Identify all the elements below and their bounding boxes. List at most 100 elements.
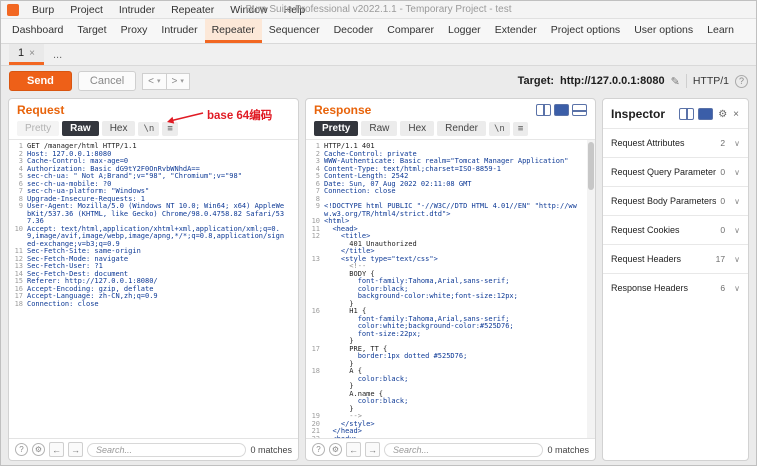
prev-match-button[interactable]: ← bbox=[49, 442, 64, 457]
line-number bbox=[308, 383, 324, 391]
menu-item-intruder[interactable]: Intruder bbox=[112, 3, 162, 17]
hamburger-menu-icon[interactable]: ≡ bbox=[513, 122, 528, 136]
layout-columns-icon[interactable] bbox=[536, 104, 551, 116]
tab-comparer[interactable]: Comparer bbox=[380, 19, 441, 43]
tab-project-options[interactable]: Project options bbox=[544, 19, 627, 43]
inspector-section-request-attributes[interactable]: Request Attributes 2 ∨ bbox=[603, 128, 748, 157]
chevron-down-icon: ∨ bbox=[734, 284, 740, 293]
main-tab-bar: DashboardTargetProxyIntruderRepeaterSequ… bbox=[1, 19, 756, 44]
send-button[interactable]: Send bbox=[9, 71, 72, 91]
search-settings-gear-icon[interactable]: ⚙ bbox=[329, 443, 342, 456]
tab-proxy[interactable]: Proxy bbox=[114, 19, 155, 43]
inspector-settings-gear-icon[interactable]: ⚙ bbox=[717, 109, 728, 120]
request-panel: Request PrettyRawHex \n ≡ 1GET /manager/… bbox=[8, 98, 299, 461]
inspector-section-request-query-parameters[interactable]: Request Query Parameters0∨ bbox=[603, 157, 748, 186]
response-search-input[interactable] bbox=[384, 443, 543, 457]
cancel-button[interactable]: Cancel bbox=[78, 71, 136, 91]
next-match-button[interactable]: → bbox=[365, 442, 380, 457]
inspector-section-count: 2 bbox=[720, 138, 725, 148]
inspector-close-icon[interactable]: × bbox=[732, 109, 740, 120]
layout-stacked-icon[interactable] bbox=[572, 104, 587, 116]
back-label: < bbox=[148, 76, 154, 87]
menu-item-repeater[interactable]: Repeater bbox=[164, 3, 221, 17]
code-line: 18Connection: close bbox=[11, 301, 286, 309]
target-label: Target: bbox=[518, 75, 554, 87]
response-tab-hex[interactable]: Hex bbox=[400, 121, 434, 136]
search-help-icon[interactable]: ? bbox=[312, 443, 325, 456]
response-editor[interactable]: 1HTTP/1.1 4012Cache-Control: private3WWW… bbox=[306, 139, 595, 438]
request-tab-hex[interactable]: Hex bbox=[102, 121, 136, 136]
tab-target[interactable]: Target bbox=[70, 19, 113, 43]
repeater-tab-1[interactable]: 1 × bbox=[9, 44, 44, 65]
inspector-section-label: Request Attributes bbox=[611, 138, 716, 148]
line-text: background-color:white;font-size:12px; bbox=[324, 293, 583, 301]
response-tab-pretty[interactable]: Pretty bbox=[314, 121, 358, 136]
inspector-section-request-body-parameters[interactable]: Request Body Parameters0∨ bbox=[603, 186, 748, 215]
tab-decoder[interactable]: Decoder bbox=[327, 19, 381, 43]
line-number: 12 bbox=[308, 233, 324, 241]
line-text: </style> bbox=[324, 421, 583, 429]
line-number bbox=[308, 398, 324, 406]
request-tab-raw[interactable]: Raw bbox=[62, 121, 99, 136]
line-text: Connection: close bbox=[27, 301, 286, 309]
response-panel-title: Response bbox=[314, 103, 371, 117]
http-version-label[interactable]: HTTP/1 bbox=[693, 75, 729, 87]
chevron-down-icon: ∨ bbox=[734, 197, 740, 206]
response-match-count: 0 matches bbox=[547, 445, 589, 455]
inspector-dock-icon[interactable] bbox=[679, 108, 694, 120]
search-help-icon[interactable]: ? bbox=[15, 443, 28, 456]
tab-user-options[interactable]: User options bbox=[627, 19, 700, 43]
hamburger-menu-icon[interactable]: ≡ bbox=[162, 122, 177, 136]
help-icon[interactable]: ? bbox=[735, 75, 748, 88]
newline-icon[interactable]: \n bbox=[489, 122, 510, 136]
request-editor[interactable]: 1GET /manager/html HTTP/1.12Host: 127.0.… bbox=[9, 139, 298, 438]
tab-dashboard[interactable]: Dashboard bbox=[5, 19, 70, 43]
inspector-panel: Inspector ⚙ × Request Attributes2∨Reques… bbox=[602, 98, 749, 461]
tab-sequencer[interactable]: Sequencer bbox=[262, 19, 327, 43]
response-tab-raw[interactable]: Raw bbox=[361, 121, 397, 136]
vertical-scrollbar[interactable] bbox=[587, 140, 595, 438]
request-search-input[interactable] bbox=[87, 443, 246, 457]
panels: Request PrettyRawHex \n ≡ 1GET /manager/… bbox=[1, 96, 756, 466]
inspector-section-request-cookies[interactable]: Request Cookies0∨ bbox=[603, 215, 748, 244]
line-text: <!DOCTYPE html PUBLIC "-//W3C//DTD HTML … bbox=[324, 203, 583, 218]
inspector-section-label: Request Query Parameters bbox=[611, 167, 716, 177]
inspector-section-request-headers[interactable]: Request Headers17∨ bbox=[603, 244, 748, 273]
line-text: border:1px dotted #525D76; bbox=[324, 353, 583, 361]
tab-extender[interactable]: Extender bbox=[488, 19, 544, 43]
line-number bbox=[308, 286, 324, 294]
burp-logo-icon bbox=[7, 4, 19, 16]
line-number bbox=[308, 353, 324, 361]
chevron-down-icon: ∨ bbox=[734, 255, 740, 264]
line-text: color:black; bbox=[324, 398, 583, 406]
scrollbar-thumb[interactable] bbox=[588, 142, 594, 190]
menu-item-project[interactable]: Project bbox=[63, 3, 110, 17]
chevron-down-icon: ∨ bbox=[734, 139, 740, 148]
response-tab-render[interactable]: Render bbox=[437, 121, 486, 136]
tab-learn[interactable]: Learn bbox=[700, 19, 741, 43]
chevron-down-icon: ▾ bbox=[157, 77, 161, 85]
next-match-button[interactable]: → bbox=[68, 442, 83, 457]
tab-intruder[interactable]: Intruder bbox=[154, 19, 204, 43]
layout-single-icon[interactable] bbox=[554, 104, 569, 116]
back-button[interactable]: < ▾ bbox=[142, 73, 166, 90]
inspector-section-response-headers[interactable]: Response Headers6∨ bbox=[603, 273, 748, 302]
tab-repeater[interactable]: Repeater bbox=[205, 19, 262, 43]
response-search-bar: ? ⚙ ← → 0 matches bbox=[306, 438, 595, 460]
newline-icon[interactable]: \n bbox=[138, 122, 159, 136]
prev-match-button[interactable]: ← bbox=[346, 442, 361, 457]
request-search-bar: ? ⚙ ← → 0 matches bbox=[9, 438, 298, 460]
forward-button[interactable]: > ▾ bbox=[167, 73, 190, 90]
menu-item-burp[interactable]: Burp bbox=[25, 3, 61, 17]
search-settings-gear-icon[interactable]: ⚙ bbox=[32, 443, 45, 456]
close-icon[interactable]: × bbox=[29, 48, 35, 59]
tab-logger[interactable]: Logger bbox=[441, 19, 488, 43]
line-number: 18 bbox=[308, 368, 324, 376]
line-text: color:black; bbox=[324, 376, 583, 384]
repeater-tab-more-button[interactable]: ... bbox=[44, 44, 71, 65]
inspector-expand-icon[interactable] bbox=[698, 108, 713, 120]
inspector-section-count: 0 bbox=[720, 196, 725, 206]
request-tab-pretty[interactable]: Pretty bbox=[17, 121, 59, 136]
edit-target-icon[interactable]: ✎ bbox=[671, 75, 680, 88]
line-text: font-size:22px; bbox=[324, 331, 583, 339]
